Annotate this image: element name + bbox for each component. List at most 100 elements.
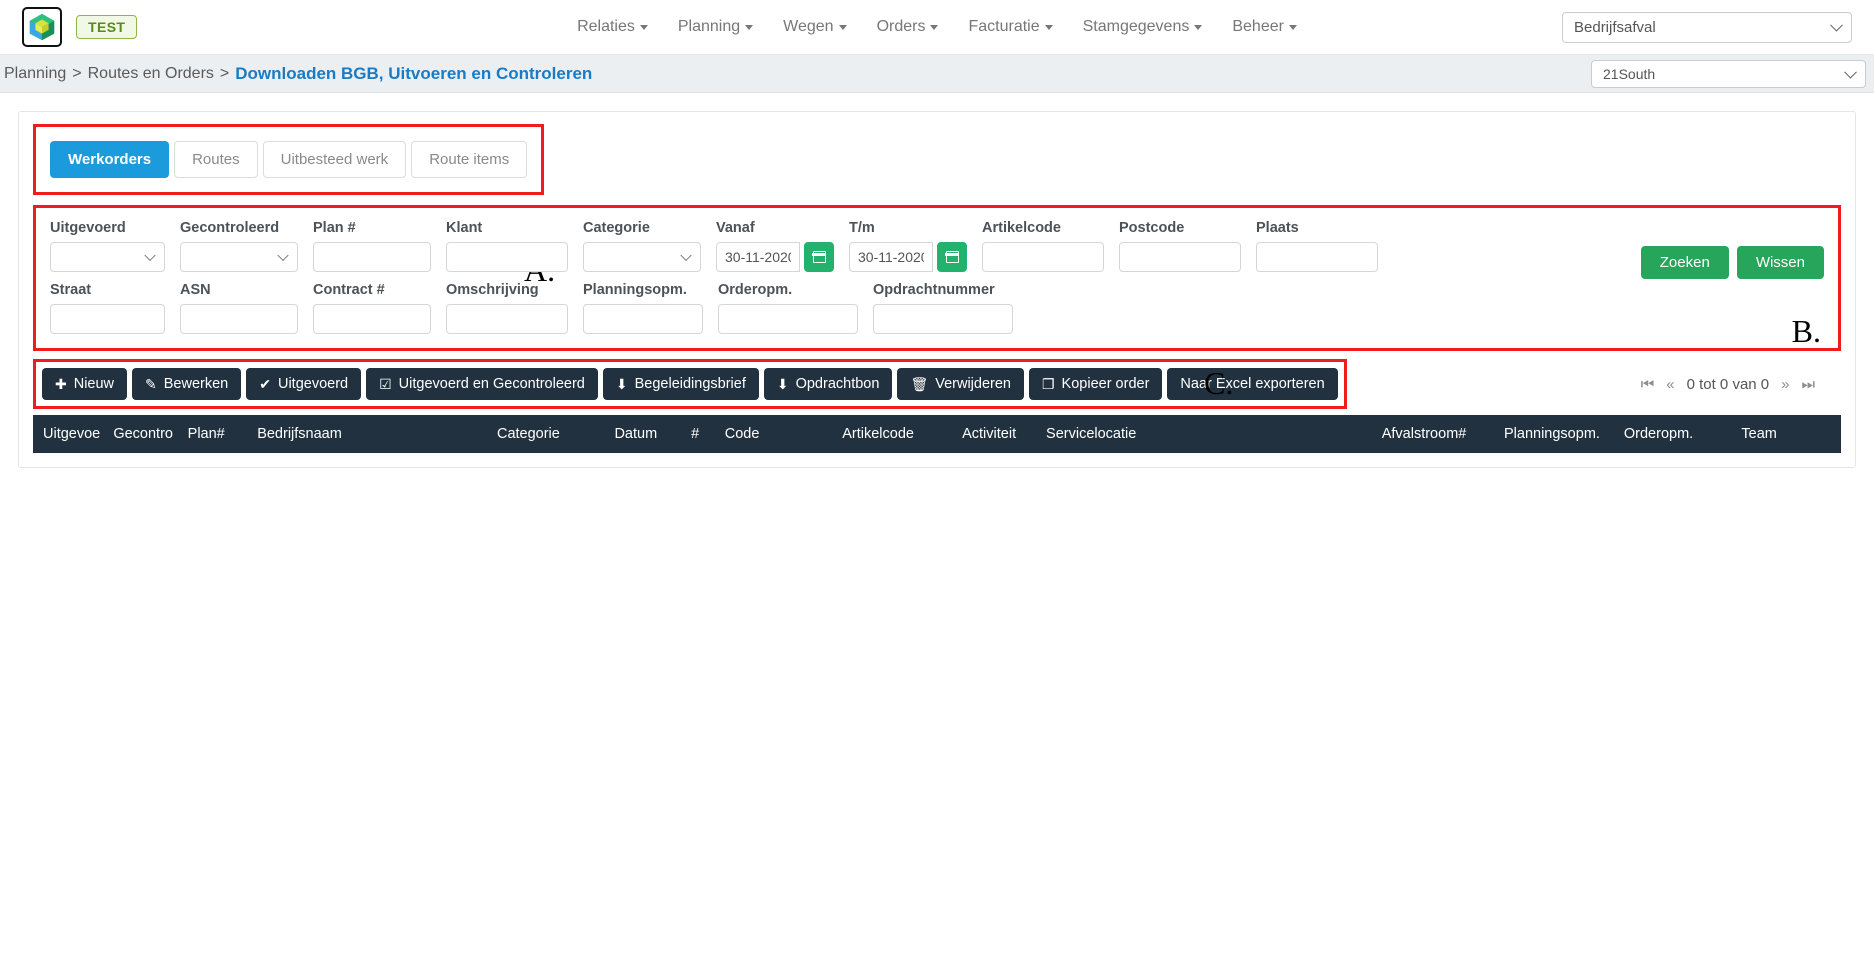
wissen-button[interactable]: Wissen (1736, 246, 1824, 279)
verwijderen-button[interactable]: 🗑 Verwijderen (897, 368, 1024, 400)
tab-label: Routes (192, 151, 240, 168)
filter-gecontroleerd: Gecontroleerd (180, 220, 298, 272)
button-label: Bewerken (163, 376, 229, 392)
column-header-servicelocatie[interactable]: Servicelocatie (1040, 415, 1376, 453)
action-toolbar: ✚ Nieuw ✎ Bewerken ✔ Uitgevoerd ☑ Uitgevoerd… (36, 362, 1344, 406)
artikelcode-input[interactable] (982, 242, 1104, 272)
opdrachtbon-button[interactable]: ⬇ Opdrachtbon (763, 368, 893, 400)
action-toolbar-row: ✚ Nieuw ✎ Bewerken ✔ Uitgevoerd ☑ Uitgevoerd… (33, 359, 1841, 409)
filter-label: Postcode (1119, 220, 1185, 236)
column-header-plan[interactable]: Plan# (181, 415, 252, 453)
filter-label: Omschrijving (446, 282, 539, 298)
tab-label: Werkorders (68, 151, 152, 168)
naar-excel-exporteren-button[interactable]: Naar Excel exporteren (1167, 368, 1338, 400)
uitgevoerd-en-gecontroleerd-button[interactable]: ☑ Uitgevoerd en Gecontroleerd (366, 368, 598, 400)
column-header-team[interactable]: Team (1735, 415, 1841, 453)
filter-orderopm: Orderopm. (718, 282, 858, 334)
filter-postcode: Postcode (1119, 220, 1241, 272)
begeleidingsbrief-button[interactable]: ⬇ Begeleidingsbrief (602, 368, 759, 400)
nav-item-relaties[interactable]: Relaties (577, 18, 648, 36)
vanaf-date-input[interactable] (716, 242, 800, 272)
column-header-artikelcode[interactable]: Artikelcode (836, 415, 957, 453)
straat-input[interactable] (50, 304, 165, 334)
column-header-planningsopm[interactable]: Planningsopm. (1498, 415, 1618, 453)
uitgevoerd-button[interactable]: ✔ Uitgevoerd (246, 368, 362, 400)
context-select[interactable]: Bedrijfsafval (1562, 11, 1852, 43)
column-header-uitgevoerd[interactable]: Uitgevoe (33, 415, 108, 453)
categorie-select[interactable] (583, 242, 701, 272)
plan-nummer-input[interactable] (313, 242, 431, 272)
column-header-categorie[interactable]: Categorie (490, 415, 609, 453)
nav-item-stamgegevens[interactable]: Stamgegevens (1083, 18, 1203, 36)
column-header-nummer[interactable]: # (685, 415, 719, 453)
tab-uitbesteed-werk[interactable]: Uitbesteed werk (262, 141, 407, 178)
bewerken-button[interactable]: ✎ Bewerken (132, 368, 242, 400)
tab-werkorders[interactable]: Werkorders (50, 141, 170, 178)
edit-pencil-icon: ✎ (145, 376, 157, 392)
nav-label: Wegen (783, 18, 834, 35)
nieuw-button[interactable]: ✚ Nieuw (42, 368, 128, 400)
uitgevoerd-select[interactable] (50, 242, 165, 272)
orderopm-input[interactable] (718, 304, 858, 334)
filter-asn: ASN (180, 282, 298, 334)
download-circle-icon: ⬇ (615, 376, 628, 392)
asn-input[interactable] (180, 304, 298, 334)
filter-label: Plan # (313, 220, 356, 236)
zoeken-button[interactable]: Zoeken (1640, 246, 1729, 279)
chevron-down-icon (1288, 24, 1297, 30)
chevron-down-icon (838, 24, 847, 30)
cube-logo-icon[interactable] (22, 7, 62, 47)
button-label: Nieuw (73, 376, 115, 392)
column-header-bedrijfsnaam[interactable]: Bedrijfsnaam (251, 415, 491, 453)
breadcrumb-separator: > (219, 64, 230, 82)
nav-item-orders[interactable]: Orders (877, 18, 939, 36)
chevron-down-icon (1044, 24, 1053, 30)
tab-route-items[interactable]: Route items (411, 141, 528, 178)
page-content: Werkorders Routes Uitbesteed werk Route … (0, 93, 1874, 468)
previous-page-button[interactable]: « (1666, 377, 1674, 392)
nav-item-planning[interactable]: Planning (677, 18, 754, 36)
omschrijving-input[interactable] (446, 304, 568, 334)
filter-label: Uitgevoerd (50, 220, 126, 236)
chevron-down-icon (745, 24, 754, 30)
nav-item-facturatie[interactable]: Facturatie (968, 18, 1053, 36)
column-header-orderopm[interactable]: Orderopm. (1617, 415, 1736, 453)
filter-vanaf: Vanaf (716, 220, 834, 272)
filter-label: Vanaf (716, 220, 755, 236)
tabs-annotation-box: Werkorders Routes Uitbesteed werk Route … (33, 124, 545, 195)
breadcrumb-item-routes-en-orders[interactable]: Routes en Orders (88, 65, 214, 83)
nav-label: Orders (876, 18, 926, 35)
gecontroleerd-select[interactable] (180, 242, 298, 272)
postcode-input[interactable] (1119, 242, 1241, 272)
tm-calendar-icon[interactable] (937, 242, 967, 272)
vanaf-date-wrap (716, 242, 834, 272)
region-select[interactable]: 21South (1591, 59, 1866, 88)
filter-label: T/m (849, 220, 875, 236)
breadcrumb-item-planning[interactable]: Planning (4, 65, 66, 83)
tab-routes[interactable]: Routes (174, 141, 258, 178)
filter-straat: Straat (50, 282, 165, 334)
last-page-button[interactable]: ⏭ (1801, 377, 1815, 392)
nav-item-wegen[interactable]: Wegen (783, 18, 847, 36)
column-header-code[interactable]: Code (718, 415, 837, 453)
opdrachtnummer-input[interactable] (873, 304, 1013, 334)
contract-nummer-input[interactable] (313, 304, 431, 334)
nav-label: Planning (677, 18, 741, 35)
column-header-activiteit[interactable]: Activiteit (956, 415, 1041, 453)
planningsopm-input[interactable] (583, 304, 703, 334)
nav-item-beheer[interactable]: Beheer (1232, 18, 1297, 36)
column-header-datum[interactable]: Datum (608, 415, 686, 453)
column-header-afvalstroom[interactable]: Afvalstroom# (1375, 415, 1498, 453)
klant-input[interactable] (446, 242, 568, 272)
plaats-input[interactable] (1256, 242, 1378, 272)
button-label: Kopieer order (1061, 376, 1150, 392)
filter-label: Orderopm. (718, 282, 793, 298)
column-header-gecontroleerd[interactable]: Gecontro (107, 415, 182, 453)
kopieer-order-button[interactable]: ❐ Kopieer order (1028, 368, 1163, 400)
check-double-icon: ☑ (379, 376, 392, 392)
first-page-button[interactable]: ⏮ (1641, 377, 1655, 392)
vanaf-calendar-icon[interactable] (804, 242, 834, 272)
tm-date-input[interactable] (849, 242, 933, 272)
next-page-button[interactable]: » (1781, 377, 1789, 392)
filter-label: Categorie (583, 220, 650, 236)
